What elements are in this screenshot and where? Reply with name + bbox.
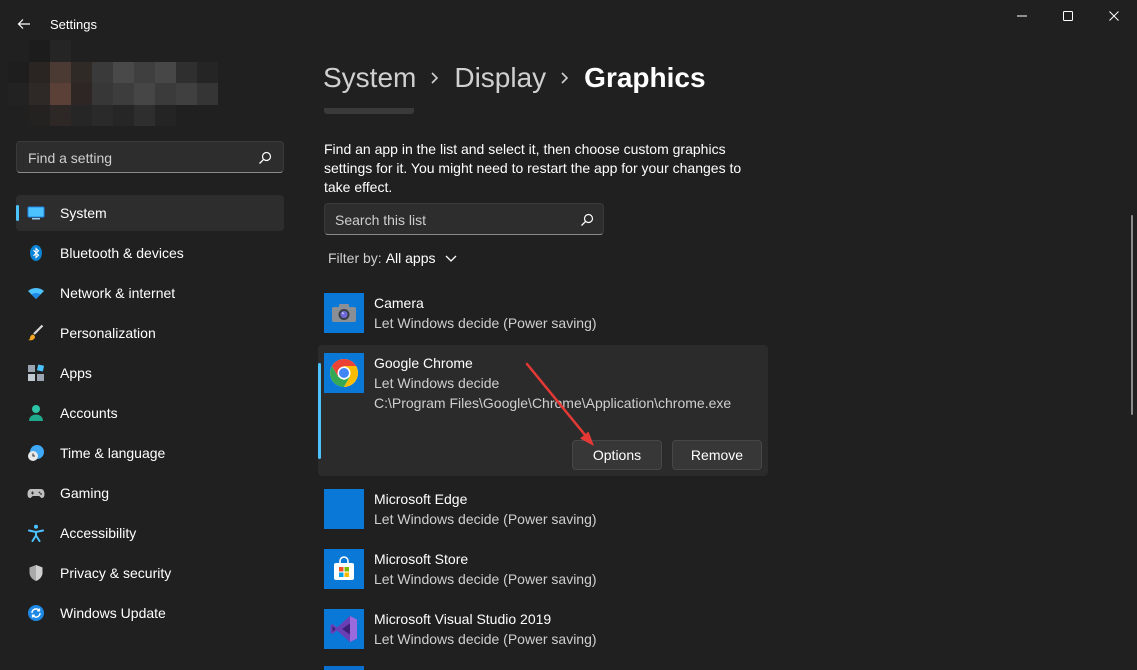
minimize-icon bbox=[1017, 15, 1027, 17]
gamepad-icon bbox=[27, 484, 45, 502]
app-title: Settings bbox=[50, 17, 97, 32]
back-button[interactable] bbox=[10, 10, 38, 38]
partial-app-icon bbox=[324, 666, 364, 670]
scrollbar[interactable] bbox=[1131, 215, 1133, 415]
maximize-icon bbox=[1063, 11, 1073, 21]
options-button[interactable]: Options bbox=[572, 440, 662, 470]
app-name: Camera bbox=[374, 295, 424, 311]
search-icon[interactable] bbox=[579, 212, 595, 228]
sidebar-item-label: Privacy & security bbox=[60, 565, 172, 581]
sidebar-item-gaming[interactable]: Gaming bbox=[16, 475, 284, 511]
search-input[interactable]: Find a setting bbox=[28, 150, 112, 166]
sidebar-item-network[interactable]: Network & internet bbox=[16, 275, 284, 311]
breadcrumb-system[interactable]: System bbox=[323, 62, 416, 94]
sidebar-item-accounts[interactable]: Accounts bbox=[16, 395, 284, 431]
list-item-microsoft-edge[interactable]: Microsoft Edge Let Windows decide (Power… bbox=[318, 489, 768, 529]
chrome-icon bbox=[324, 353, 364, 393]
sidebar-item-accessibility[interactable]: Accessibility bbox=[16, 515, 284, 551]
breadcrumb-display[interactable]: Display bbox=[454, 62, 546, 94]
sidebar-item-label: Apps bbox=[60, 365, 92, 381]
chevron-right-icon bbox=[559, 71, 571, 85]
filter-dropdown[interactable]: Filter by: All apps bbox=[328, 250, 458, 266]
list-item-camera[interactable]: Camera Let Windows decide (Power saving) bbox=[318, 293, 768, 333]
sidebar-item-label: System bbox=[60, 205, 107, 221]
sidebar-item-label: Network & internet bbox=[60, 285, 176, 301]
app-name: Microsoft Edge bbox=[374, 491, 468, 507]
person-icon bbox=[27, 404, 45, 422]
list-item-google-chrome[interactable]: Google Chrome Let Windows decide C:\Prog… bbox=[318, 345, 768, 476]
camera-icon bbox=[324, 293, 364, 333]
wifi-icon bbox=[27, 284, 45, 302]
breadcrumb: System Display Graphics bbox=[323, 58, 706, 98]
minimize-button[interactable] bbox=[999, 0, 1045, 32]
globe-clock-icon bbox=[27, 444, 45, 462]
sidebar-item-windows-update[interactable]: Windows Update bbox=[16, 595, 284, 631]
sidebar-item-apps[interactable]: Apps bbox=[16, 355, 284, 391]
sidebar-item-label: Personalization bbox=[60, 325, 156, 341]
find-setting-search[interactable]: Find a setting bbox=[16, 141, 284, 173]
list-item-microsoft-store[interactable]: Microsoft Store Let Windows decide (Powe… bbox=[318, 549, 768, 589]
remove-button[interactable]: Remove bbox=[672, 440, 762, 470]
user-profile[interactable] bbox=[8, 40, 218, 126]
sidebar-item-label: Time & language bbox=[60, 445, 166, 461]
chevron-down-icon[interactable] bbox=[444, 253, 458, 263]
list-search-box[interactable]: Search this list bbox=[324, 203, 604, 235]
close-button[interactable] bbox=[1091, 0, 1137, 32]
app-name: Microsoft Store bbox=[374, 551, 469, 567]
page-title: Graphics bbox=[584, 62, 706, 93]
sidebar-item-label: Accessibility bbox=[60, 525, 137, 541]
sidebar-item-label: Accounts bbox=[60, 405, 118, 421]
app-name: Google Chrome bbox=[374, 355, 473, 371]
list-search-input[interactable]: Search this list bbox=[335, 212, 426, 228]
sidebar-item-personalization[interactable]: Personalization bbox=[16, 315, 284, 351]
filter-label: Filter by: bbox=[328, 250, 382, 266]
shield-icon bbox=[27, 564, 45, 582]
list-item-visual-studio[interactable]: Microsoft Visual Studio 2019 Let Windows… bbox=[318, 609, 768, 649]
sidebar-nav: System Bluetooth & devices Network & int… bbox=[16, 195, 284, 635]
app-graphics-preference: Let Windows decide bbox=[374, 375, 500, 391]
visual-studio-icon bbox=[324, 609, 364, 649]
sidebar-item-privacy-security[interactable]: Privacy & security bbox=[16, 555, 284, 591]
back-arrow-icon bbox=[17, 19, 30, 29]
search-icon[interactable] bbox=[257, 150, 273, 166]
page-description: Find an app in the list and select it, t… bbox=[324, 141, 742, 195]
app-graphics-preference: Let Windows decide (Power saving) bbox=[374, 315, 597, 331]
active-indicator bbox=[16, 205, 19, 221]
store-icon bbox=[324, 549, 364, 589]
accessibility-icon bbox=[27, 524, 45, 542]
filter-value[interactable]: All apps bbox=[386, 250, 436, 266]
sidebar-item-time-language[interactable]: Time & language bbox=[16, 435, 284, 471]
chevron-right-icon bbox=[429, 71, 441, 85]
maximize-button[interactable] bbox=[1045, 0, 1091, 32]
update-icon bbox=[27, 604, 45, 622]
close-icon bbox=[1109, 11, 1119, 21]
sidebar-item-label: Bluetooth & devices bbox=[60, 245, 184, 261]
partial-control-edge bbox=[324, 108, 414, 114]
bluetooth-icon bbox=[27, 244, 45, 262]
avatar bbox=[8, 40, 218, 126]
edge-icon bbox=[324, 489, 364, 529]
app-graphics-preference: Let Windows decide (Power saving) bbox=[374, 571, 597, 587]
system-display-icon bbox=[27, 204, 45, 222]
app-graphics-preference: Let Windows decide (Power saving) bbox=[374, 511, 597, 527]
app-name: Microsoft Visual Studio 2019 bbox=[374, 611, 552, 627]
sidebar-item-system[interactable]: System bbox=[16, 195, 284, 231]
sidebar-item-bluetooth[interactable]: Bluetooth & devices bbox=[16, 235, 284, 271]
app-graphics-preference: Let Windows decide (Power saving) bbox=[374, 631, 597, 647]
app-path: C:\Program Files\Google\Chrome\Applicati… bbox=[374, 395, 732, 411]
apps-icon bbox=[27, 364, 45, 382]
brush-icon bbox=[27, 324, 45, 342]
sidebar-item-label: Gaming bbox=[60, 485, 110, 501]
selected-indicator bbox=[318, 363, 321, 459]
sidebar-item-label: Windows Update bbox=[60, 605, 166, 621]
